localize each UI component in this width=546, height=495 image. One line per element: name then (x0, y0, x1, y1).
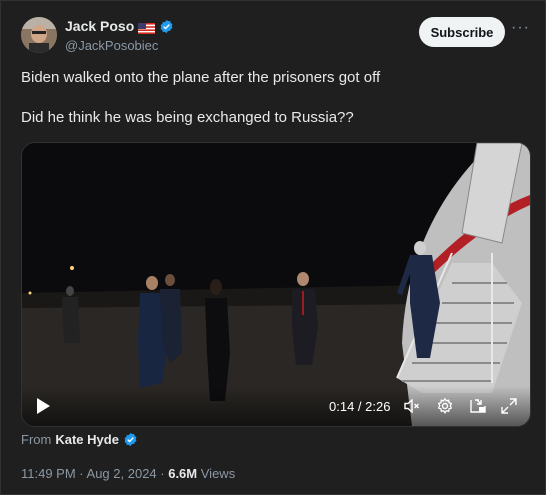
video-player[interactable]: 0:14 / 2:26 (21, 142, 531, 427)
video-time: 0:14 / 2:26 (329, 399, 390, 414)
name-row: Jack Poso (65, 18, 174, 34)
meta-separator: · (75, 466, 87, 481)
tweet-text-line: Biden walked onto the plane after the pr… (21, 69, 381, 86)
views-label: Views (200, 466, 236, 481)
tweet-text-line: Did he think he was being exchanged to R… (21, 109, 354, 126)
subscribe-button[interactable]: Subscribe (419, 17, 505, 47)
avatar[interactable] (21, 17, 57, 53)
verified-badge-icon[interactable] (159, 19, 174, 34)
dock-icon[interactable] (469, 397, 487, 415)
fullscreen-icon[interactable] (500, 397, 518, 415)
tweet-text: Biden walked onto the plane after the pr… (21, 68, 521, 128)
video-frame (22, 143, 530, 426)
video-source: From Kate Hyde (21, 432, 138, 447)
verified-badge-icon[interactable] (123, 432, 138, 447)
tweet-metadata: 11:49 PM · Aug 2, 2024 · 6.6M Views (21, 466, 235, 481)
tweet-time[interactable]: 11:49 PM (21, 466, 76, 481)
more-options-icon[interactable]: ··· (511, 19, 530, 37)
us-flag-icon (138, 21, 156, 34)
settings-gear-icon[interactable] (436, 397, 454, 415)
views-count: 6.6M (168, 466, 198, 481)
author-handle[interactable]: @JackPosobiec (65, 38, 158, 53)
duration: 2:26 (365, 399, 391, 414)
video-controls: 0:14 / 2:26 (22, 386, 530, 426)
time-separator: / (354, 399, 366, 414)
play-icon[interactable] (35, 397, 51, 415)
meta-separator: · (156, 466, 169, 481)
source-author-name[interactable]: Kate Hyde (55, 432, 119, 447)
source-prefix: From (21, 432, 52, 447)
mute-icon[interactable] (403, 397, 421, 415)
tweet-date[interactable]: Aug 2, 2024 (87, 466, 157, 481)
tweet-card: Jack Poso @JackPosobiec Subscribe ··· Bi… (0, 0, 546, 495)
author-display-name[interactable]: Jack Poso (65, 18, 134, 34)
current-time: 0:14 (329, 399, 355, 414)
